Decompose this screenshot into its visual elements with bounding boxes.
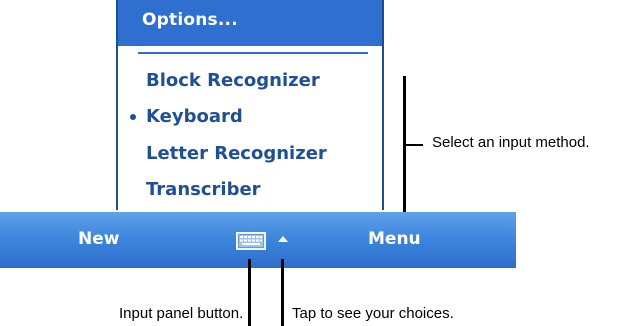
- menu-item-letter-recognizer[interactable]: Letter Recognizer: [146, 143, 327, 164]
- input-method-menu: Options... Block Recognizer Keyboard Let…: [116, 0, 384, 210]
- bottom-menu-bar: New Menu: [0, 212, 516, 268]
- selected-bullet-icon: [130, 114, 136, 120]
- menu-item-label: Letter Recognizer: [146, 143, 327, 164]
- menu-item-transcriber[interactable]: Transcriber: [146, 179, 261, 200]
- callout-select-input-method: Select an input method.: [432, 134, 590, 151]
- menu-item-keyboard[interactable]: Keyboard: [130, 106, 243, 127]
- callout-choices-line: [281, 259, 284, 326]
- menu-separator: [138, 52, 368, 54]
- menu-item-label: Transcriber: [146, 179, 261, 200]
- callout-input-panel-line: [248, 259, 251, 326]
- callout-leader-line: [405, 144, 423, 146]
- caret-up-icon[interactable]: [278, 236, 288, 242]
- menu-item-label: Block Recognizer: [146, 70, 320, 91]
- callout-input-panel-button: Input panel button.: [119, 305, 244, 322]
- menu-button[interactable]: Menu: [368, 229, 421, 249]
- callout-tap-to-see-choices: Tap to see your choices.: [292, 305, 454, 322]
- options-menu-item[interactable]: Options...: [118, 0, 382, 46]
- menu-item-label: Keyboard: [146, 106, 243, 127]
- new-button[interactable]: New: [78, 229, 119, 249]
- options-label: Options...: [142, 10, 238, 30]
- keyboard-icon[interactable]: [236, 232, 266, 250]
- menu-item-block-recognizer[interactable]: Block Recognizer: [146, 70, 320, 91]
